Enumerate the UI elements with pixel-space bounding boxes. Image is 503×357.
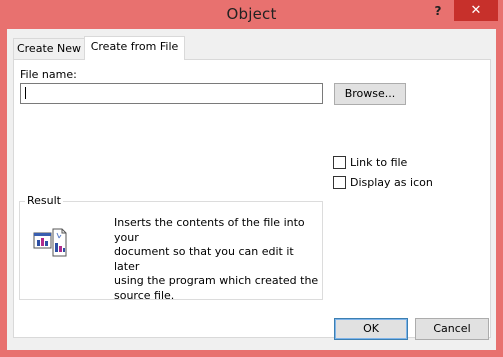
link-to-file-label[interactable]: Link to file: [350, 156, 407, 169]
link-to-file-checkbox[interactable]: [333, 156, 346, 169]
cancel-button[interactable]: Cancel: [415, 318, 489, 340]
help-button[interactable]: ?: [428, 2, 448, 20]
document-icon: [33, 228, 67, 257]
title-bar[interactable]: Object ? ✕: [0, 0, 503, 29]
tab-label: Create from File: [90, 40, 179, 53]
tab-panel: File name: Browse... Link to file Displa…: [13, 59, 491, 338]
file-name-input[interactable]: [20, 83, 323, 104]
tab-label: Create New: [16, 42, 82, 55]
object-dialog: Object ? ✕ Create New Create from File F…: [0, 0, 503, 357]
text-caret: [25, 87, 26, 99]
file-name-label: File name:: [20, 68, 77, 81]
result-group: Result Inserts the contents of the file …: [19, 194, 323, 302]
browse-button[interactable]: Browse...: [334, 83, 406, 105]
close-button[interactable]: ✕: [454, 0, 498, 21]
result-group-title: Result: [25, 194, 63, 207]
display-as-icon-label[interactable]: Display as icon: [350, 176, 433, 189]
display-as-icon-checkbox[interactable]: [333, 176, 346, 189]
tab-create-new[interactable]: Create New: [13, 38, 85, 59]
tab-create-from-file[interactable]: Create from File: [84, 36, 185, 60]
result-description: Inserts the contents of the file into yo…: [114, 216, 319, 302]
ok-button[interactable]: OK: [334, 318, 408, 340]
dialog-client-area: Create New Create from File File name: B…: [7, 29, 496, 350]
